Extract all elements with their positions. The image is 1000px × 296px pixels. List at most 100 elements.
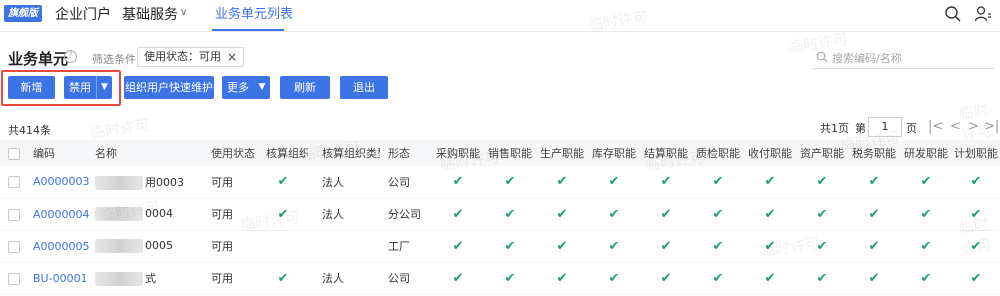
org-user-quick-maintain-button[interactable]: 组织用户快速维护 bbox=[124, 76, 214, 99]
check-icon: ✔ bbox=[452, 206, 464, 222]
goto-prefix: 第 bbox=[855, 122, 866, 135]
check-icon: ✔ bbox=[764, 270, 776, 286]
prev-page-icon[interactable]: < bbox=[950, 119, 961, 134]
row-acct-type: 法人 bbox=[322, 175, 344, 189]
next-page-icon[interactable]: > bbox=[968, 119, 979, 134]
table-row[interactable]: BU-00001 式 可用 ✔ 法人 公司 ✔ ✔ ✔ ✔ ✔ ✔ ✔ ✔ ✔ ✔ ✔ bbox=[0, 262, 1000, 294]
search-icon[interactable] bbox=[944, 5, 962, 23]
col-header-form[interactable]: 形态 bbox=[380, 140, 432, 166]
chevron-down-icon[interactable]: ▼ bbox=[254, 76, 270, 99]
row-checkbox[interactable] bbox=[8, 208, 20, 221]
active-tab-indicator bbox=[212, 29, 284, 31]
redacted-name bbox=[95, 207, 143, 221]
check-icon: ✔ bbox=[920, 270, 932, 286]
redacted-name bbox=[95, 239, 143, 253]
row-checkbox[interactable] bbox=[8, 240, 20, 253]
check-icon: ✔ bbox=[816, 270, 828, 286]
row-code-link[interactable]: BU-00001 bbox=[33, 272, 88, 285]
new-button[interactable]: 新增 bbox=[8, 76, 55, 99]
check-icon: ✔ bbox=[764, 238, 776, 254]
row-status: 可用 bbox=[211, 175, 233, 189]
select-all-checkbox[interactable] bbox=[8, 147, 20, 160]
col-header-acct-type[interactable]: 核算组织类型 bbox=[308, 140, 380, 166]
exit-button[interactable]: 退出 bbox=[340, 76, 388, 99]
col-header-rd[interactable]: 研发职能 bbox=[900, 140, 952, 166]
row-name-suffix: 式 bbox=[145, 272, 156, 285]
check-icon: ✔ bbox=[660, 206, 672, 222]
check-icon: ✔ bbox=[556, 174, 568, 190]
tab-business-unit-list[interactable]: 业务单元列表 bbox=[215, 6, 293, 24]
col-header-plan[interactable]: 计划职能 bbox=[952, 140, 1000, 166]
top-nav: 旗舰版 企业门户 基础服务 ∨ 业务单元列表 bbox=[0, 0, 1000, 32]
close-icon[interactable]: × bbox=[227, 48, 237, 66]
col-header-sales[interactable]: 销售职能 bbox=[484, 140, 536, 166]
check-icon: ✔ bbox=[970, 270, 982, 286]
help-icon[interactable]: ? bbox=[64, 50, 77, 63]
col-header-tax[interactable]: 税务职能 bbox=[848, 140, 900, 166]
nav-basic-services[interactable]: 基础服务 bbox=[122, 6, 178, 24]
row-checkbox[interactable] bbox=[8, 176, 20, 189]
table-row[interactable]: A0000003 用0003 可用 ✔ 法人 公司 ✔ ✔ ✔ ✔ ✔ ✔ ✔ ✔ ✔ ✔ ✔ bbox=[0, 166, 1000, 198]
check-icon: ✔ bbox=[920, 206, 932, 222]
first-page-icon[interactable]: |< bbox=[928, 119, 943, 134]
table-row[interactable]: A0000004 0004 可用 ✔ 法人 分公司 ✔ ✔ ✔ ✔ ✔ ✔ ✔ ✔ ✔ ✔ ✔ bbox=[0, 198, 1000, 230]
refresh-button[interactable]: 刷新 bbox=[280, 76, 330, 99]
filter-chip-status[interactable]: 使用状态：可用 × bbox=[137, 47, 245, 67]
search-box[interactable] bbox=[812, 47, 994, 69]
col-header-inventory[interactable]: 库存职能 bbox=[588, 140, 640, 166]
check-icon: ✔ bbox=[608, 238, 620, 254]
check-icon: ✔ bbox=[868, 174, 880, 190]
row-code-link[interactable]: A0000003 bbox=[33, 175, 90, 188]
disable-button[interactable]: 禁用 ▼ bbox=[64, 76, 112, 99]
check-icon: ✔ bbox=[970, 206, 982, 222]
search-input[interactable] bbox=[832, 48, 992, 68]
row-acct-type: 法人 bbox=[322, 272, 344, 285]
row-status: 可用 bbox=[211, 240, 233, 253]
table-row[interactable]: A0000005 0005 可用 工厂 ✔ ✔ ✔ ✔ ✔ ✔ ✔ ✔ ✔ ✔ ✔ bbox=[0, 230, 1000, 262]
check-icon: ✔ bbox=[660, 174, 672, 190]
col-header-purchase[interactable]: 采购职能 bbox=[432, 140, 484, 166]
check-icon: ✔ bbox=[504, 238, 516, 254]
row-code-link[interactable]: A0000005 bbox=[33, 240, 90, 253]
check-icon: ✔ bbox=[712, 270, 724, 286]
chevron-down-icon[interactable]: ▼ bbox=[96, 76, 112, 99]
col-header-code[interactable]: 编码 bbox=[28, 140, 90, 166]
col-header-quality[interactable]: 质检职能 bbox=[692, 140, 744, 166]
last-page-icon[interactable]: >| bbox=[984, 119, 999, 134]
check-icon: ✔ bbox=[452, 270, 464, 286]
redacted-name bbox=[95, 175, 143, 190]
check-icon: ✔ bbox=[608, 270, 620, 286]
check-icon: ✔ bbox=[556, 206, 568, 222]
row-checkbox[interactable] bbox=[8, 272, 20, 285]
check-icon: ✔ bbox=[920, 238, 932, 254]
check-icon: ✔ bbox=[970, 174, 982, 190]
check-icon: ✔ bbox=[868, 270, 880, 286]
col-header-acct-org[interactable]: 核算组织 bbox=[258, 140, 308, 166]
col-header-settlement[interactable]: 结算职能 bbox=[640, 140, 692, 166]
col-header-name[interactable]: 名称 bbox=[90, 140, 204, 166]
check-icon: ✔ bbox=[556, 238, 568, 254]
col-header-status[interactable]: 使用状态 bbox=[204, 140, 258, 166]
check-icon: ✔ bbox=[277, 206, 289, 222]
page-title: 业务单元 bbox=[8, 50, 69, 68]
row-acct-type bbox=[308, 230, 380, 262]
check-icon: ✔ bbox=[764, 206, 776, 222]
check-icon: ✔ bbox=[816, 174, 828, 190]
nav-enterprise-portal[interactable]: 企业门户 bbox=[55, 6, 111, 24]
redacted-name bbox=[95, 272, 143, 286]
filter-chip-label: 使用状态：可用 bbox=[144, 50, 221, 63]
col-header-production[interactable]: 生产职能 bbox=[536, 140, 588, 166]
check-icon: ✔ bbox=[452, 174, 464, 190]
more-button[interactable]: 更多 ▼ bbox=[222, 76, 270, 99]
page-number-input[interactable]: 1 bbox=[868, 117, 902, 137]
row-code-link[interactable]: A0000004 bbox=[33, 208, 90, 221]
col-header-asset[interactable]: 资产职能 bbox=[796, 140, 848, 166]
check-icon: ✔ bbox=[277, 174, 289, 190]
disable-button-label: 禁用 bbox=[69, 81, 91, 94]
col-header-payment[interactable]: 收付职能 bbox=[744, 140, 796, 166]
goto-suffix: 页 bbox=[906, 122, 917, 135]
filter-label: 筛选条件 bbox=[92, 53, 136, 66]
row-form: 公司 bbox=[388, 175, 410, 189]
chevron-down-icon[interactable]: ∨ bbox=[180, 7, 187, 18]
user-icon[interactable] bbox=[974, 5, 992, 23]
